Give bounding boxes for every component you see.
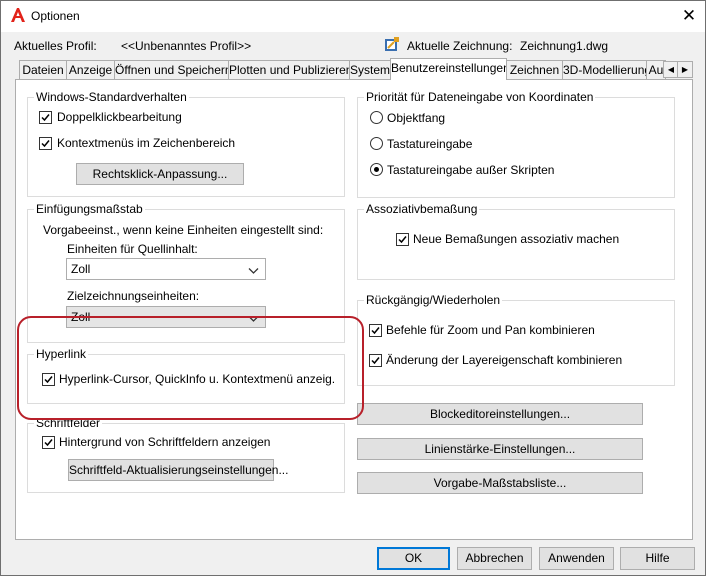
layer-props-checkbox[interactable] bbox=[369, 354, 382, 367]
tab-benutzereinstellungen[interactable]: Benutzereinstellungen bbox=[390, 58, 507, 80]
group-fields: Schriftfelder Hintergrund von Schriftfel… bbox=[27, 416, 345, 493]
profile-label: Aktuelles Profil: bbox=[14, 39, 97, 53]
radio-tastatureingabe-ausser-skripten[interactable] bbox=[370, 163, 383, 176]
assoc-dim-checkbox[interactable] bbox=[396, 233, 409, 246]
group-windows-standard: Windows-Standardverhalten Doppelklickbea… bbox=[27, 90, 345, 197]
group-associative-dim: Assoziativbemaßung Neue Bemaßungen assoz… bbox=[357, 202, 675, 280]
tab-oeffnen-speichern[interactable]: Öffnen und Speichern bbox=[114, 60, 229, 79]
tab-anzeige[interactable]: Anzeige bbox=[66, 60, 115, 79]
insert-desc: Vorgabeeinst., wenn keine Einheiten eing… bbox=[43, 223, 324, 237]
help-button[interactable]: Hilfe bbox=[620, 547, 695, 570]
chevron-down-icon bbox=[248, 264, 259, 278]
tab-dateien[interactable]: Dateien bbox=[19, 60, 67, 79]
block-editor-settings-button[interactable]: Blockeditoreinstellungen... bbox=[357, 403, 643, 425]
radio-objektfang[interactable] bbox=[370, 111, 383, 124]
group-title: Einfügungsmaßstab bbox=[34, 202, 145, 216]
group-title: Rückgängig/Wiederholen bbox=[364, 293, 503, 307]
radio-tastatureingabe[interactable] bbox=[370, 137, 383, 150]
group-coordinate-priority: Priorität für Dateneingabe von Koordinat… bbox=[357, 90, 675, 198]
zoom-pan-checkbox[interactable] bbox=[369, 324, 382, 337]
field-background-checkbox[interactable] bbox=[42, 436, 55, 449]
context-menu-checkbox[interactable] bbox=[39, 137, 52, 150]
field-update-settings-button[interactable]: Schriftfeld-Aktualisierungseinstellungen… bbox=[68, 459, 288, 481]
radio-tastatureingabe-label: Tastatureingabe bbox=[387, 137, 473, 151]
group-title: Assoziativbemaßung bbox=[364, 202, 480, 216]
rightclick-customize-button[interactable]: Rechtsklick-Anpassung... bbox=[76, 163, 244, 185]
lineweight-settings-button[interactable]: Linienstärke-Einstellungen... bbox=[357, 438, 643, 460]
ok-button[interactable]: OK bbox=[377, 547, 450, 570]
apply-button[interactable]: Anwenden bbox=[539, 547, 614, 570]
drawing-icon bbox=[384, 36, 400, 52]
context-menu-label: Kontextmenüs im Zeichenbereich bbox=[57, 136, 236, 150]
source-units-select[interactable]: Zoll bbox=[66, 258, 266, 280]
layer-props-label: Änderung der Layereigenschaft kombiniere… bbox=[386, 353, 623, 367]
title-bar: Optionen ✕ bbox=[1, 1, 705, 32]
tab-system[interactable]: System bbox=[349, 60, 391, 79]
source-units-label: Einheiten für Quellinhalt: bbox=[67, 242, 198, 256]
window-title: Optionen bbox=[31, 9, 80, 23]
group-title: Priorität für Dateneingabe von Koordinat… bbox=[364, 90, 596, 104]
dblclick-checkbox[interactable] bbox=[39, 111, 52, 124]
dblclick-label: Doppelklickbearbeitung bbox=[57, 110, 182, 124]
default-scale-list-button[interactable]: Vorgabe-Maßstabsliste... bbox=[357, 472, 643, 494]
target-units-label: Zielzeichnungseinheiten: bbox=[67, 289, 200, 303]
autocad-logo-icon bbox=[10, 7, 26, 23]
radio-selected-dot bbox=[374, 167, 379, 172]
cancel-button[interactable]: Abbrechen bbox=[457, 547, 532, 570]
source-units-value: Zoll bbox=[71, 262, 91, 276]
profile-value: <<Unbenanntes Profil>> bbox=[121, 39, 252, 53]
tab-scroll-right-icon[interactable]: ▶ bbox=[677, 61, 693, 78]
annotation-highlight bbox=[17, 316, 364, 420]
radio-objektfang-label: Objektfang bbox=[387, 111, 446, 125]
tab-3d-modellierung[interactable]: 3D-Modellierung bbox=[562, 60, 647, 79]
zoom-pan-label: Befehle für Zoom und Pan kombinieren bbox=[386, 323, 595, 337]
close-button[interactable]: ✕ bbox=[677, 4, 701, 28]
tab-zeichnen[interactable]: Zeichnen bbox=[506, 60, 563, 79]
drawing-value: Zeichnung1.dwg bbox=[520, 39, 609, 53]
assoc-dim-label: Neue Bemaßungen assoziativ machen bbox=[413, 232, 620, 246]
drawing-label: Aktuelle Zeichnung: bbox=[407, 39, 513, 53]
radio-tastatureingabe-ausser-skripten-label: Tastatureingabe außer Skripten bbox=[387, 163, 555, 177]
group-title: Windows-Standardverhalten bbox=[34, 90, 189, 104]
group-undo-redo: Rückgängig/Wiederholen Befehle für Zoom … bbox=[357, 293, 675, 386]
tab-panel: Windows-Standardverhalten Doppelklickbea… bbox=[15, 79, 693, 540]
tab-plotten-publizieren[interactable]: Plotten und Publizieren bbox=[228, 60, 350, 79]
options-dialog: Optionen ✕ Aktuelles Profil: <<Unbenannt… bbox=[0, 0, 706, 576]
field-background-label: Hintergrund von Schriftfeldern anzeigen bbox=[59, 435, 271, 449]
